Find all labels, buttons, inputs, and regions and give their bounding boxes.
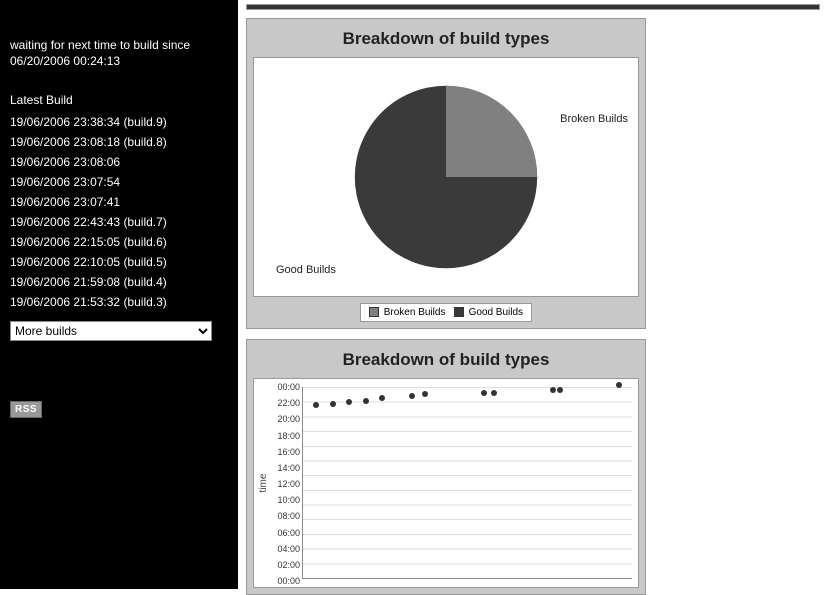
top-divider-bar: [246, 4, 820, 10]
legend-swatch-good: [454, 307, 464, 317]
pie-legend-inner: Broken Builds Good Builds: [360, 303, 532, 322]
scatter-y-tick: 16:00: [272, 447, 300, 457]
pie-chart-body: Broken Builds Good Builds: [253, 57, 639, 297]
status-line-1: waiting for next time to build since: [10, 38, 190, 52]
build-list-item[interactable]: 19/06/2006 23:08:18 (build.8): [10, 135, 228, 149]
build-list-item[interactable]: 19/06/2006 22:43:43 (build.7): [10, 215, 228, 229]
scatter-y-tick: 10:00: [272, 495, 300, 505]
scatter-chart-title: Breakdown of build types: [253, 350, 639, 370]
scatter-y-tick: 22:00: [272, 398, 300, 408]
more-builds-select[interactable]: More builds: [10, 321, 212, 341]
scatter-y-tick: 06:00: [272, 528, 300, 538]
build-list-item[interactable]: 19/06/2006 23:38:34 (build.9): [10, 115, 228, 129]
main-content: Breakdown of build types Broken Builds G…: [238, 0, 828, 589]
status-line-2: 06/20/2006 00:24:13: [10, 54, 120, 68]
pie-chart-svg: [351, 82, 541, 272]
status-message: waiting for next time to build since 06/…: [10, 38, 228, 69]
pie-label-broken: Broken Builds: [560, 113, 628, 125]
scatter-data-point: [481, 390, 487, 396]
scatter-data-point: [409, 393, 415, 399]
pie-legend: Broken Builds Good Builds: [253, 303, 639, 322]
pie-chart-title: Breakdown of build types: [253, 29, 639, 49]
sidebar: waiting for next time to build since 06/…: [0, 0, 238, 589]
scatter-y-tick: 00:00: [272, 576, 300, 586]
build-list-item[interactable]: 19/06/2006 23:08:06: [10, 155, 228, 169]
pie-chart-container: Breakdown of build types Broken Builds G…: [246, 18, 646, 329]
scatter-y-tick: 14:00: [272, 463, 300, 473]
legend-swatch-broken: [369, 307, 379, 317]
scatter-y-tick: 08:00: [272, 511, 300, 521]
build-list-item[interactable]: 19/06/2006 21:53:32 (build.3): [10, 295, 228, 309]
rss-badge[interactable]: RSS: [10, 401, 42, 418]
scatter-chart-container: Breakdown of build types time 00:00 22:00…: [246, 339, 646, 595]
pie-label-good: Good Builds: [276, 264, 336, 276]
build-list-item[interactable]: 19/06/2006 21:59:08 (build.4): [10, 275, 228, 289]
scatter-y-tick: 04:00: [272, 544, 300, 554]
pie-slice-broken: [446, 86, 537, 177]
scatter-data-point: [491, 390, 497, 396]
build-list-item[interactable]: 19/06/2006 22:15:05 (build.6): [10, 235, 228, 249]
scatter-y-axis-label: time: [258, 474, 269, 493]
scatter-data-point: [330, 401, 336, 407]
build-list: 19/06/2006 23:38:34 (build.9) 19/06/2006 …: [10, 115, 228, 309]
scatter-chart-body: time 00:00 22:00 20:00 18:00 16:00 14:00 12:00…: [253, 378, 639, 588]
legend-label-broken: Broken Builds: [384, 307, 446, 318]
scatter-y-tick: 02:00: [272, 560, 300, 570]
scatter-plot-area: [302, 387, 632, 579]
scatter-data-point: [313, 402, 319, 408]
scatter-data-point: [557, 387, 563, 393]
scatter-data-point: [422, 391, 428, 397]
scatter-data-point: [550, 387, 556, 393]
scatter-data-point: [346, 399, 352, 405]
build-list-item[interactable]: 19/06/2006 23:07:41: [10, 195, 228, 209]
scatter-y-tick: 12:00: [272, 479, 300, 489]
legend-label-good: Good Builds: [469, 307, 523, 318]
scatter-y-tick: 20:00: [272, 414, 300, 424]
scatter-data-point: [379, 395, 385, 401]
latest-build-header: Latest Build: [10, 93, 228, 107]
scatter-y-tick: 18:00: [272, 431, 300, 441]
scatter-data-point: [363, 398, 369, 404]
build-list-item[interactable]: 19/06/2006 22:10:05 (build.5): [10, 255, 228, 269]
scatter-data-point: [616, 382, 622, 388]
build-list-item[interactable]: 19/06/2006 23:07:54: [10, 175, 228, 189]
scatter-y-tick: 00:00: [272, 382, 300, 392]
